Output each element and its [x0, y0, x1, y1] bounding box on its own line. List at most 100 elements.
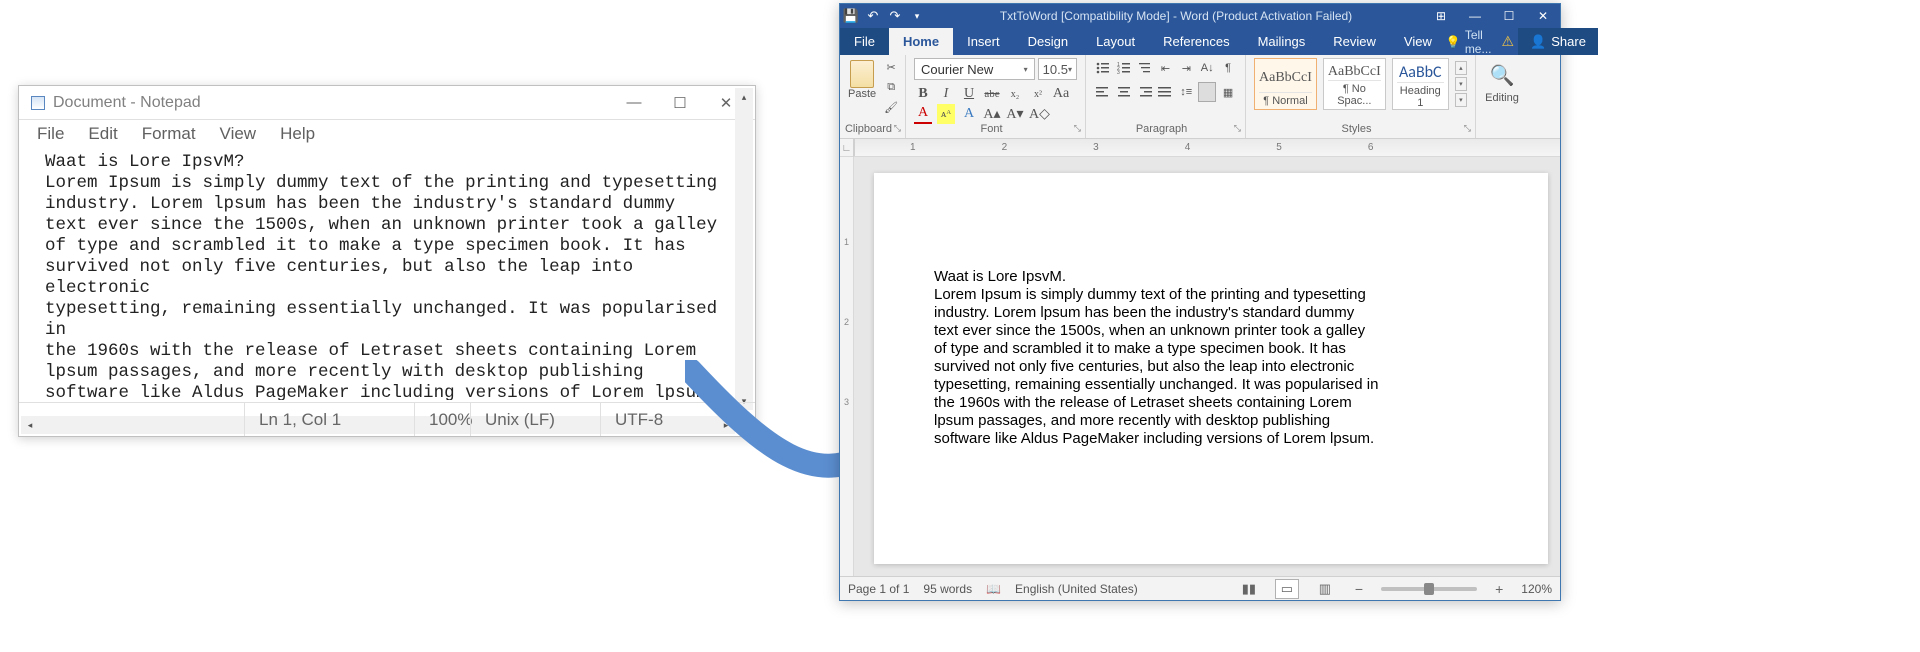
share-button[interactable]: 👤 Share: [1518, 28, 1598, 55]
tab-references[interactable]: References: [1149, 28, 1243, 55]
tab-home[interactable]: Home: [889, 28, 953, 55]
save-icon[interactable]: 💾: [840, 5, 862, 27]
activation-warning-icon[interactable]: ⚠: [1497, 28, 1518, 55]
status-language[interactable]: English (United States): [1015, 582, 1138, 596]
chevron-down-icon: ▾: [1024, 65, 1028, 74]
tab-mailings[interactable]: Mailings: [1244, 28, 1320, 55]
decrease-indent-button[interactable]: ⇤: [1157, 58, 1175, 78]
shrink-font-button[interactable]: A▾: [1006, 104, 1024, 124]
word-maximize-button[interactable]: ☐: [1492, 4, 1526, 28]
strikethrough-button[interactable]: abe: [983, 84, 1001, 104]
word-title-bar[interactable]: 💾 ↶ ↷ ▾ TxtToWord [Compatibility Mode] -…: [840, 4, 1560, 28]
web-layout-button[interactable]: ▥: [1313, 579, 1337, 599]
italic-button[interactable]: I: [937, 84, 955, 104]
increase-indent-button[interactable]: ⇥: [1177, 58, 1195, 78]
sort-button[interactable]: A↓: [1198, 58, 1216, 78]
copy-button[interactable]: ⧉: [881, 78, 901, 96]
multilevel-list-button[interactable]: [1136, 58, 1154, 78]
clear-formatting-button[interactable]: A◇: [1029, 104, 1050, 124]
menu-edit[interactable]: Edit: [88, 124, 117, 144]
spellcheck-icon[interactable]: 📖: [986, 582, 1001, 596]
scroll-up-icon[interactable]: ▴: [735, 88, 753, 106]
redo-icon[interactable]: ↷: [884, 5, 906, 27]
notepad-text-area[interactable]: Waat is Lore IpsvM? Lorem Ipsum is simpl…: [19, 148, 755, 400]
styles-dialog-launcher[interactable]: ⤡: [1464, 123, 1471, 134]
subscript-button[interactable]: x₂: [1006, 84, 1024, 104]
font-dialog-launcher[interactable]: ⤡: [1074, 123, 1081, 134]
shading-button[interactable]: [1198, 82, 1216, 102]
document-page[interactable]: Waat is Lore IpsvM. Lorem Ipsum is simpl…: [874, 173, 1548, 564]
bullets-button[interactable]: [1094, 58, 1112, 78]
style-normal[interactable]: AaBbCcI ¶ Normal: [1254, 58, 1317, 110]
show-marks-button[interactable]: ¶: [1219, 58, 1237, 78]
find-button[interactable]: 🔍: [1490, 63, 1515, 88]
tab-selector[interactable]: ∟: [840, 139, 854, 157]
tab-insert[interactable]: Insert: [953, 28, 1014, 55]
bold-button[interactable]: B: [914, 84, 932, 104]
tab-layout[interactable]: Layout: [1082, 28, 1149, 55]
tell-me-search[interactable]: 💡 Tell me...: [1446, 28, 1498, 55]
justify-button[interactable]: [1156, 82, 1174, 102]
maximize-button[interactable]: ☐: [657, 86, 703, 119]
vertical-ruler[interactable]: 1 2 3: [840, 157, 854, 576]
font-size-selector[interactable]: 10.5 ▾: [1038, 58, 1077, 80]
align-left-button[interactable]: [1094, 82, 1112, 102]
styles-gallery-scroller[interactable]: ▴ ▾ ▾: [1455, 61, 1467, 107]
ribbon-options-icon[interactable]: ⊞: [1424, 4, 1458, 28]
font-name-selector[interactable]: Courier New ▾: [914, 58, 1035, 80]
style-heading-1[interactable]: AaBbC Heading 1: [1392, 58, 1449, 110]
group-editing: 🔍 Editing: [1476, 55, 1528, 138]
status-eol: Unix (LF): [470, 403, 600, 436]
read-mode-button[interactable]: ▮▮: [1237, 579, 1261, 599]
change-case-button[interactable]: Aa: [1052, 84, 1070, 104]
status-words[interactable]: 95 words: [923, 582, 972, 596]
line-spacing-button[interactable]: ↕≡: [1177, 82, 1195, 102]
tab-view[interactable]: View: [1390, 28, 1446, 55]
menu-format[interactable]: Format: [142, 124, 196, 144]
minimize-button[interactable]: —: [611, 86, 657, 119]
tab-review[interactable]: Review: [1319, 28, 1390, 55]
text-effects-button[interactable]: A: [960, 104, 978, 124]
status-page[interactable]: Page 1 of 1: [848, 582, 909, 596]
zoom-in-button[interactable]: +: [1491, 581, 1507, 597]
document-text[interactable]: Waat is Lore IpsvM. Lorem Ipsum is simpl…: [934, 268, 1503, 448]
qat-dropdown-icon[interactable]: ▾: [906, 5, 928, 27]
cut-button[interactable]: ✂: [881, 58, 901, 76]
styles-group-label: Styles: [1246, 123, 1467, 135]
chevron-up-icon[interactable]: ▴: [1455, 61, 1467, 75]
superscript-button[interactable]: x²: [1029, 84, 1047, 104]
align-right-button[interactable]: [1136, 82, 1154, 102]
grow-font-button[interactable]: A▴: [983, 104, 1001, 124]
clipboard-dialog-launcher[interactable]: ⤡: [894, 123, 901, 134]
style-no-spacing[interactable]: AaBbCcI ¶ No Spac...: [1323, 58, 1386, 110]
tab-design[interactable]: Design: [1014, 28, 1082, 55]
highlight-button[interactable]: ᴀᴬ: [937, 104, 955, 124]
align-center-button[interactable]: [1115, 82, 1133, 102]
borders-button[interactable]: ▦: [1219, 82, 1237, 102]
zoom-slider-knob[interactable]: [1424, 583, 1434, 595]
zoom-out-button[interactable]: −: [1351, 581, 1367, 597]
notepad-title-bar[interactable]: Document - Notepad — ☐ ✕: [19, 86, 755, 120]
paragraph-dialog-launcher[interactable]: ⤡: [1234, 123, 1241, 134]
font-color-button[interactable]: A: [914, 104, 932, 124]
horizontal-ruler[interactable]: ∟ 1 2 3 4 5 6: [840, 139, 1560, 157]
word-close-button[interactable]: ✕: [1526, 4, 1560, 28]
tab-file[interactable]: File: [840, 28, 889, 55]
menu-help[interactable]: Help: [280, 124, 315, 144]
word-minimize-button[interactable]: —: [1458, 4, 1492, 28]
menu-view[interactable]: View: [220, 124, 257, 144]
menu-file[interactable]: File: [37, 124, 64, 144]
zoom-slider[interactable]: [1381, 587, 1477, 591]
status-zoom[interactable]: 120%: [1521, 582, 1552, 596]
vruler-mark: 2: [844, 317, 849, 327]
clipboard-group-label: Clipboard: [840, 123, 897, 135]
format-painter-button[interactable]: 🖌: [881, 98, 901, 116]
underline-button[interactable]: U: [960, 84, 978, 104]
paste-button[interactable]: Paste: [848, 58, 876, 114]
chevron-down-icon[interactable]: ▾: [1455, 77, 1467, 91]
document-viewport[interactable]: Waat is Lore IpsvM. Lorem Ipsum is simpl…: [854, 157, 1560, 576]
expand-gallery-icon[interactable]: ▾: [1455, 93, 1467, 107]
print-layout-button[interactable]: ▭: [1275, 579, 1299, 599]
numbering-button[interactable]: 123: [1115, 58, 1133, 78]
undo-icon[interactable]: ↶: [862, 5, 884, 27]
